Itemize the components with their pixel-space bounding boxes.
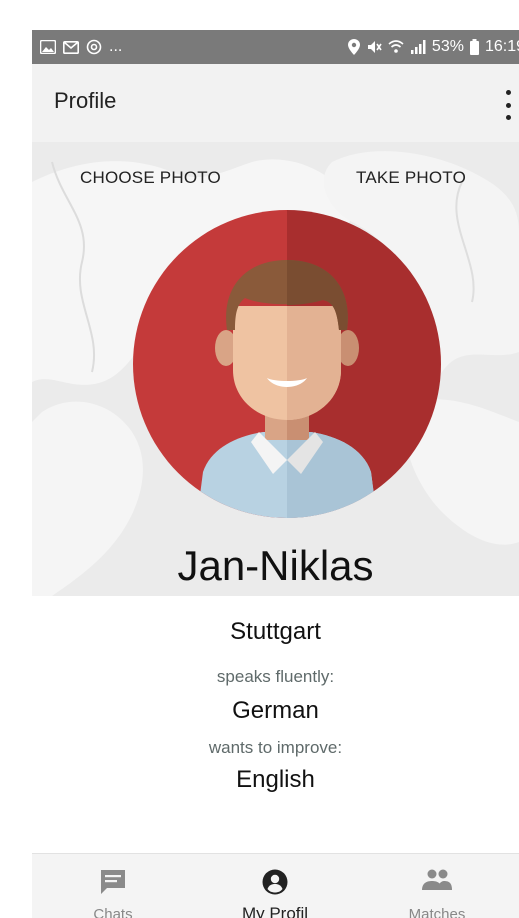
wants-to-improve-label: wants to improve: <box>208 738 343 757</box>
avatar <box>133 210 441 518</box>
people-icon <box>356 868 518 890</box>
status-bar: ... 53% 16:19 <box>32 30 519 64</box>
nav-chats[interactable]: Chats <box>32 854 194 918</box>
nav-matches[interactable]: Matches <box>356 854 518 918</box>
bottom-navigation: Chats My Profil Matches <box>32 853 519 918</box>
speaks-fluently-label: speaks fluently: <box>216 667 335 686</box>
wifi-icon <box>388 40 404 54</box>
signal-icon <box>410 40 426 54</box>
account-circle-icon <box>194 868 356 896</box>
chat-icon <box>32 868 194 894</box>
status-bar-right: 53% 16:19 <box>347 30 519 64</box>
sync-icon <box>86 39 102 55</box>
status-time: 16:19 <box>484 38 519 55</box>
profile-name: Jan-Niklas <box>177 542 374 589</box>
profile-city: Stuttgart <box>230 618 321 645</box>
mute-icon <box>366 39 382 55</box>
page-title: Profile <box>54 88 117 113</box>
menu-dot <box>505 90 511 95</box>
gmail-icon <box>63 40 79 54</box>
more-vert-icon[interactable] <box>501 90 515 120</box>
nav-my-profil-label: My Profil <box>241 904 309 918</box>
battery-percent: 53% <box>431 38 464 55</box>
nav-my-profil[interactable]: My Profil <box>194 854 356 918</box>
profile-header: CHOOSE PHOTO TAKE PHOTO Jan-Niklas <box>32 142 519 596</box>
speaks-fluently-value: German <box>232 697 319 724</box>
battery-icon <box>469 39 479 55</box>
nav-chats-label: Chats <box>93 906 133 918</box>
image-icon <box>40 40 56 54</box>
location-icon <box>347 39 360 55</box>
menu-dot <box>505 115 511 120</box>
take-photo-button[interactable]: TAKE PHOTO <box>356 168 466 188</box>
choose-photo-button[interactable]: CHOOSE PHOTO <box>80 168 221 188</box>
menu-dot <box>505 102 511 108</box>
wants-to-improve-value: English <box>236 766 315 793</box>
phone-screen: ... 53% 16:19 Profile <box>32 30 519 918</box>
status-bar-left: ... <box>40 30 122 64</box>
app-bar: Profile <box>32 64 519 142</box>
status-more: ... <box>109 38 123 55</box>
nav-matches-label: Matches <box>408 906 466 918</box>
